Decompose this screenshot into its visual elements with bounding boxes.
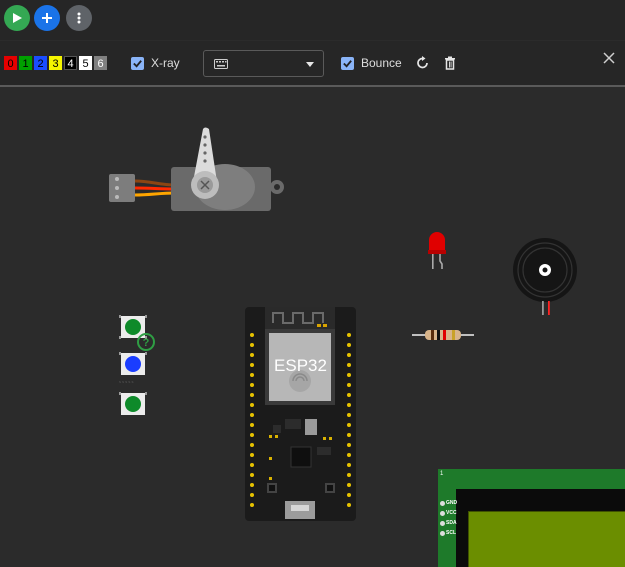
pushbutton-group: ? s s s s s (119, 315, 155, 415)
lcd-pin-gnd: GND (446, 500, 458, 506)
pin-dot (440, 520, 445, 526)
lcd-pin-labels: GND VCC SDA SCL (440, 498, 460, 538)
keyboard-select[interactable] (203, 50, 324, 77)
esp32-label: ESP32 (274, 356, 327, 375)
bounce-checkbox[interactable] (341, 57, 354, 70)
keyboard-icon (214, 59, 228, 69)
check-icon (343, 60, 352, 68)
wire-color-1-button[interactable]: 1 (19, 56, 32, 70)
pushbutton-blue (119, 352, 147, 375)
pin-dot (440, 500, 445, 506)
lcd-pin-scl: SCL (446, 530, 456, 536)
buzzer[interactable] (512, 235, 580, 317)
lcd-pin-vcc: VCC (446, 510, 457, 516)
play-icon (13, 13, 22, 23)
svg-text:s s s s s: s s s s s (119, 379, 133, 384)
xray-checkbox[interactable] (131, 57, 144, 70)
esp32-board-graphic (250, 307, 351, 519)
close-icon[interactable] (602, 51, 616, 65)
delete-icon[interactable] (442, 55, 458, 71)
wire-color-keys: 0 1 2 3 4 5 6 (4, 56, 107, 70)
xray-label: X-ray (151, 56, 180, 70)
add-part-button[interactable] (34, 5, 60, 31)
wire-color-3-button[interactable]: 3 (49, 56, 62, 70)
simulation-canvas[interactable]: ? s s s s s ESP32 1 GND VCC SDA SCL (0, 87, 625, 567)
pin-dot (440, 530, 445, 536)
more-options-button[interactable] (66, 5, 92, 31)
wire-color-2-button[interactable]: 2 (34, 56, 47, 70)
pin-dot (440, 510, 445, 516)
chevron-down-icon (306, 62, 314, 67)
plus-icon (42, 13, 52, 23)
lcd-screen (468, 511, 625, 567)
wire-color-4-button[interactable]: 4 (64, 56, 77, 70)
run-simulation-button[interactable] (4, 5, 30, 31)
lcd-pin-sda: SDA (446, 520, 457, 526)
rotate-icon[interactable] (415, 55, 431, 71)
more-vert-icon (77, 12, 81, 24)
wire-toolbar: 0 1 2 3 4 5 6 X-ray Bounce (0, 41, 625, 87)
pushbutton-green-2 (119, 392, 147, 415)
wire-color-5-button[interactable]: 5 (79, 56, 92, 70)
esp32-board[interactable]: ESP32 (245, 307, 356, 521)
resistor[interactable] (412, 327, 474, 343)
check-icon (133, 60, 142, 68)
servo-motor[interactable] (105, 127, 287, 212)
lcd-pin-one-label: 1 (440, 471, 444, 477)
wire-color-0-button[interactable]: 0 (4, 56, 17, 70)
wire-color-6-button[interactable]: 6 (94, 56, 107, 70)
top-bar (0, 0, 625, 40)
red-led[interactable] (426, 231, 448, 271)
lcd-display[interactable]: 1 GND VCC SDA SCL (438, 469, 625, 567)
bounce-label: Bounce (361, 56, 402, 70)
svg-text:?: ? (143, 337, 150, 349)
